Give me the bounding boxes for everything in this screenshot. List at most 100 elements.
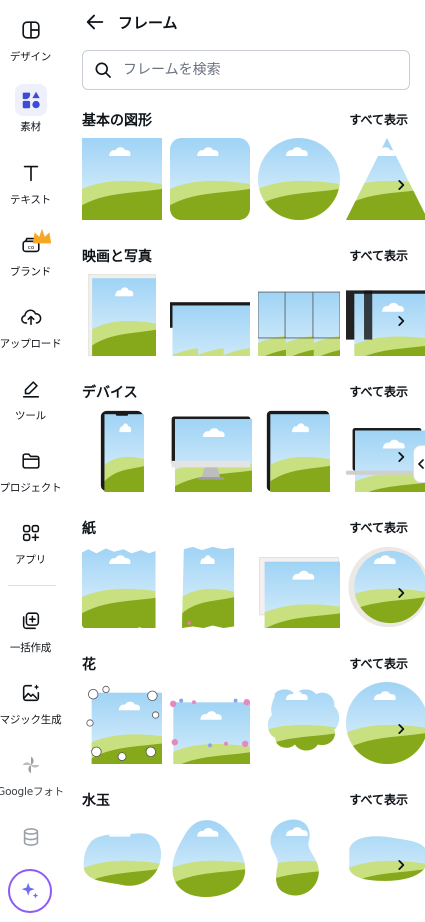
sidebar-divider [8, 585, 56, 586]
thumbnail-row [82, 410, 425, 492]
left-sidebar: デザイン 素材 テキスト co ブランド アップロード ツール プロジェクト ア… [0, 0, 64, 922]
search-icon [95, 62, 111, 78]
folder-icon [15, 445, 47, 477]
chevron-right-icon [398, 588, 405, 598]
frame-flower-circle[interactable] [346, 682, 425, 764]
search-box[interactable] [82, 50, 410, 90]
sidebar-item-design[interactable]: デザイン [0, 14, 61, 64]
section-devices: デバイス すべて表示 [82, 382, 425, 492]
thumbnail-row [82, 818, 425, 900]
sidebar-item-uploads[interactable]: アップロード [0, 301, 62, 351]
scroll-right-button[interactable] [390, 310, 412, 332]
frame-circle[interactable] [258, 138, 340, 220]
section-title: デバイス [82, 385, 138, 401]
elements-icon [14, 84, 47, 116]
sidebar-item-label: デザイン [9, 51, 52, 63]
scroll-right-button[interactable] [390, 174, 412, 196]
database-icon [15, 821, 47, 853]
section-paper: 紙 すべて表示 [82, 518, 425, 628]
frame-polaroid[interactable] [88, 274, 156, 356]
frame-film-reel[interactable] [346, 274, 425, 356]
sidebar-item-label: 素材 [20, 121, 41, 133]
frame-square[interactable] [82, 138, 162, 220]
sidebar-item-google-photos[interactable]: Googleフォト [0, 749, 64, 799]
thumbnail-row [82, 138, 425, 220]
frame-blob-3[interactable] [258, 818, 340, 900]
frame-torn-strip[interactable] [182, 546, 236, 628]
chevron-right-icon [398, 860, 405, 870]
crown-icon [32, 228, 51, 244]
sidebar-item-bulk-create[interactable]: 一括作成 [0, 605, 61, 655]
magic-assistant-button[interactable] [8, 869, 52, 913]
scroll-right-button[interactable] [390, 854, 412, 876]
draw-icon [15, 373, 47, 405]
chevron-right-icon [398, 724, 405, 734]
frame-phone[interactable] [100, 410, 144, 492]
sidebar-item-label: Googleフォト [0, 786, 64, 798]
chevron-right-icon [398, 180, 405, 190]
sidebar-item-label: ブランド [9, 266, 52, 278]
sidebar-item-label: プロジェクト [0, 482, 62, 494]
collapse-panel-handle[interactable] [413, 445, 425, 483]
sidebar-item-label: アプリ [15, 554, 46, 566]
google-photos-icon [15, 749, 47, 781]
sidebar-item-brand[interactable]: co ブランド [0, 228, 61, 279]
back-button[interactable] [84, 11, 106, 33]
section-basic-shapes: 基本の図形 すべて表示 [82, 110, 425, 220]
section-film-photo: 映画と写真 すべて表示 [82, 246, 425, 356]
scroll-right-button[interactable] [390, 718, 412, 740]
frame-torn-paper[interactable] [82, 546, 162, 628]
section-title: 基本の図形 [82, 113, 152, 129]
frame-floral-sketch[interactable] [82, 682, 162, 764]
frame-triangle[interactable] [346, 138, 425, 220]
chevron-right-icon [398, 316, 405, 326]
section-title: 水玉 [82, 793, 110, 809]
section-title: 花 [82, 657, 96, 673]
sidebar-item-magic-media[interactable]: マジック生成 [0, 677, 62, 727]
frame-paper-circle[interactable] [346, 546, 425, 628]
frame-blob-4[interactable] [346, 818, 425, 900]
chevron-right-icon [398, 452, 405, 462]
frame-rounded-square[interactable] [170, 138, 250, 220]
chevron-left-icon [417, 459, 424, 469]
sidebar-item-elements[interactable]: 素材 [0, 84, 61, 134]
see-all-link[interactable]: すべて表示 [349, 383, 408, 400]
sidebar-item-label: アップロード [0, 338, 62, 350]
frame-floral-banner[interactable] [170, 682, 250, 764]
thumbnail-row [82, 682, 425, 764]
section-title: 紙 [82, 521, 96, 537]
magic-media-icon [15, 677, 47, 709]
frame-film-strip[interactable] [170, 274, 250, 356]
sidebar-item-text[interactable]: テキスト [0, 157, 61, 207]
sidebar-item-label: テキスト [10, 194, 51, 206]
layout-icon [15, 14, 47, 46]
bulk-create-icon [15, 605, 47, 637]
scroll-right-button[interactable] [390, 582, 412, 604]
thumbnail-row [82, 274, 425, 356]
sidebar-item-tools[interactable]: ツール [0, 373, 61, 423]
frame-blob-1[interactable] [82, 818, 162, 900]
see-all-link[interactable]: すべて表示 [349, 247, 408, 264]
text-icon [15, 157, 47, 189]
frame-blob-2[interactable] [170, 818, 250, 900]
sidebar-item-label: ツール [15, 410, 46, 422]
frame-flower-shape[interactable] [258, 682, 340, 764]
frame-tablet[interactable] [266, 410, 330, 492]
scroll-right-button[interactable] [390, 446, 412, 468]
see-all-link[interactable]: すべて表示 [349, 791, 408, 808]
section-flowers: 花 すべて表示 [82, 654, 425, 764]
see-all-link[interactable]: すべて表示 [349, 519, 408, 536]
sidebar-item-apps[interactable]: アプリ [0, 517, 61, 567]
sparkle-icon [21, 882, 39, 899]
brand-icon: co [15, 228, 51, 261]
search-input[interactable] [123, 62, 393, 78]
see-all-link[interactable]: すべて表示 [349, 111, 408, 128]
thumbnail-row [82, 546, 425, 628]
frame-desktop[interactable] [170, 410, 252, 492]
see-all-link[interactable]: すべて表示 [349, 655, 408, 672]
frame-paper-scrap[interactable] [258, 546, 340, 628]
sidebar-item-projects[interactable]: プロジェクト [0, 445, 62, 495]
sidebar-item-more[interactable] [0, 821, 61, 853]
frame-triptych[interactable] [258, 274, 340, 356]
apps-icon [15, 517, 47, 549]
